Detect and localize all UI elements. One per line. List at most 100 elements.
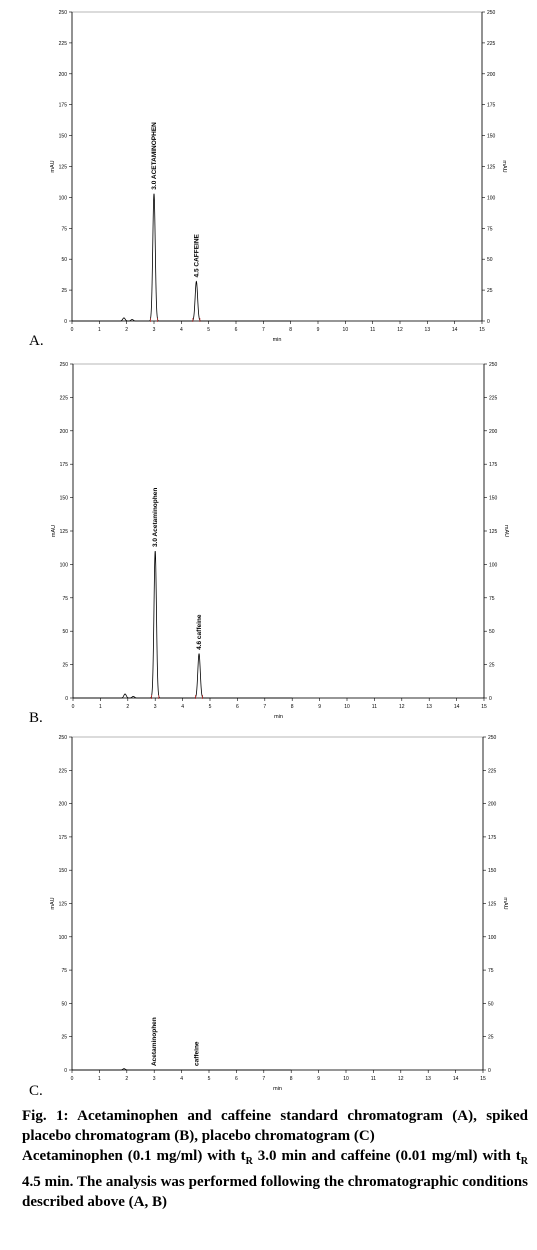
panel-a-y-tick-label-left: 175 [59, 103, 68, 109]
panel-c-x-axis-label: min [273, 1086, 282, 1092]
panel-b-y-tick-label-left: 225 [60, 395, 69, 401]
panel-b-y-tick-label-right: 225 [489, 395, 498, 401]
caption-note-sub2: R [520, 1156, 528, 1167]
caption-note-sub1: R [245, 1156, 253, 1167]
panel-c-y-tick-label-right: 250 [488, 735, 497, 741]
panel-b-y-tick-label-right: 25 [489, 663, 495, 669]
panel-c-x-tick-label: 9 [317, 1076, 320, 1082]
panel-c-y-tick-label-right: 225 [488, 768, 497, 774]
panel-c-y-tick-label-right: 125 [488, 902, 497, 908]
panel-a-y-tick-label-left: 250 [59, 10, 68, 16]
panel-a-y-axis-label-right: mAU [501, 160, 507, 172]
panel-b-x-tick-label: 8 [291, 704, 294, 710]
panel-a-x-tick-label: 5 [207, 327, 210, 333]
caption-note-part3: 4.5 min. The analysis was performed foll… [22, 1174, 528, 1210]
panel-b-y-tick-label-left: 250 [60, 362, 69, 368]
panel-c-x-tick-label: 10 [343, 1076, 349, 1082]
panel-b-x-tick-label: 1 [99, 704, 102, 710]
panel-a-x-tick-label: 11 [370, 327, 375, 333]
panel-b-plot-frame [72, 363, 485, 699]
panel-c-x-tick-label: 13 [425, 1076, 431, 1082]
caption-fig-text: Acetaminophen and caffeine standard chro… [22, 1108, 528, 1144]
panel-c-peak-label: caffeine [194, 1041, 201, 1066]
panel-c-x-tick-label: 2 [125, 1076, 128, 1082]
panel-a-y-tick-label-left: 75 [61, 226, 67, 232]
panel-c-y-tick-label-left: 200 [59, 802, 68, 808]
panel-c-x-tick-label: 6 [235, 1076, 238, 1082]
panel-b-y-tick-label-right: 50 [489, 629, 495, 635]
panel-c-y-tick-label-left: 50 [61, 1001, 67, 1007]
caption-title: Fig. 1: Acetaminophen and caffeine stand… [22, 1106, 528, 1146]
panel-a-x-tick-label: 7 [262, 327, 265, 333]
panel-b-y-axis-label-right: mAU [503, 525, 509, 537]
panel-c-x-tick-label: 4 [180, 1076, 183, 1082]
panel-c-y-tick-label-right: 50 [488, 1001, 494, 1007]
panel-a-y-tick-label-left: 200 [59, 72, 68, 78]
panel-b-y-tick-label-left: 125 [60, 529, 69, 535]
panel-a-y-tick-label-left: 25 [61, 288, 67, 294]
panel-b-y-tick-label-right: 75 [489, 596, 495, 602]
panel-c-x-tick-label: 14 [453, 1076, 459, 1082]
panel-c-peak-label: Acetaminophen [151, 1017, 158, 1066]
panel-b-y-tick-label-left: 100 [60, 562, 69, 568]
panel-c-y-axis-label-left: mAU [50, 897, 56, 909]
panel-c-x-tick-label: 0 [71, 1076, 74, 1082]
panel-c-y-tick-label-left: 100 [59, 935, 68, 941]
panel-b-x-tick-label: 14 [454, 704, 460, 710]
panel-c-x-tick-label: 5 [208, 1076, 211, 1082]
panel-a-x-tick-label: 2 [125, 327, 128, 333]
panel-b-x-tick-label: 10 [344, 704, 350, 710]
figure-caption: Fig. 1: Acetaminophen and caffeine stand… [22, 1106, 528, 1212]
panel-b-x-tick-label: 13 [426, 704, 432, 710]
panel-b-y-tick-label-right: 125 [489, 529, 498, 535]
panel-b-x-tick-label: 12 [399, 704, 405, 710]
panel-b-x-tick-label: 7 [263, 704, 266, 710]
panel-b-x-tick-label: 11 [372, 704, 377, 710]
panel-a-plot-frame [71, 11, 483, 322]
panel-a-peak-label: 4.5 CAFFEINE [193, 233, 200, 277]
panel-c-y-tick-label-left: 225 [59, 768, 68, 774]
panel-c-x-tick-label: 15 [480, 1076, 486, 1082]
panel-b-y-tick-label-left: 175 [60, 462, 69, 468]
panel-b-y-tick-label-left: 75 [62, 596, 68, 602]
panel-b-trace-line [73, 550, 293, 699]
panel-b-y-tick-label-right: 175 [489, 462, 498, 468]
panel-a-x-tick-label: 14 [452, 327, 458, 333]
caption-note-part1: Acetaminophen (0.1 mg/ml) with t [22, 1148, 246, 1164]
panel-a-x-tick-label: 0 [71, 327, 74, 333]
panel-label-a: A. [29, 333, 44, 349]
panel-c-x-tick-label: 3 [153, 1076, 156, 1082]
panel-a-y-tick-label-right: 125 [487, 165, 496, 171]
panel-b-x-tick-label: 15 [481, 704, 487, 710]
panel-c-y-tick-label-right: 200 [488, 802, 497, 808]
chromatogram-figure: 0255075100125150175200225250025507510012… [50, 10, 509, 1092]
panel-a-y-tick-label-right: 75 [487, 226, 493, 232]
panel-c-y-axis-label-right: mAU [502, 897, 508, 909]
panel-label-b: B. [29, 710, 43, 726]
panel-b-y-tick-label-left: 0 [65, 696, 68, 702]
caption-note-part2: 3.0 min and caffeine (0.01 mg/ml) with t [252, 1148, 521, 1164]
panel-b-y-tick-label-right: 100 [489, 562, 498, 568]
caption-fig-label: Fig. 1: [22, 1108, 69, 1124]
panel-a-x-tick-label: 6 [235, 327, 238, 333]
panel-a-x-tick-label: 12 [397, 327, 403, 333]
panel-b-x-tick-label: 9 [318, 704, 321, 710]
panel-a-x-tick-label: 1 [98, 327, 101, 333]
panel-b-x-tick-label: 5 [209, 704, 212, 710]
panel-a-y-tick-label-right: 100 [487, 195, 496, 201]
panel-b-x-axis-label: min [274, 714, 283, 720]
panel-a-y-tick-label-left: 225 [59, 41, 68, 47]
panel-label-c: C. [29, 1083, 43, 1099]
panel-b-y-tick-label-right: 250 [489, 362, 498, 368]
panel-b-y-tick-label-left: 200 [60, 429, 69, 435]
panel-b-x-tick-label: 4 [181, 704, 184, 710]
panel-c-trace-line [72, 1068, 292, 1071]
panel-a-x-tick-label: 3 [153, 327, 156, 333]
panel-c-plot-frame [71, 736, 484, 1071]
panel-c-y-tick-label-left: 25 [61, 1035, 67, 1041]
panel-c-y-tick-label-left: 75 [61, 968, 67, 974]
panel-a-y-tick-label-left: 50 [61, 257, 67, 263]
panel-a-x-tick-label: 10 [343, 327, 349, 333]
panel-b-peak-label: 4.6 caffeine [196, 614, 203, 650]
panel-b-peak-label: 3.0 Acetaminophen [152, 488, 159, 547]
